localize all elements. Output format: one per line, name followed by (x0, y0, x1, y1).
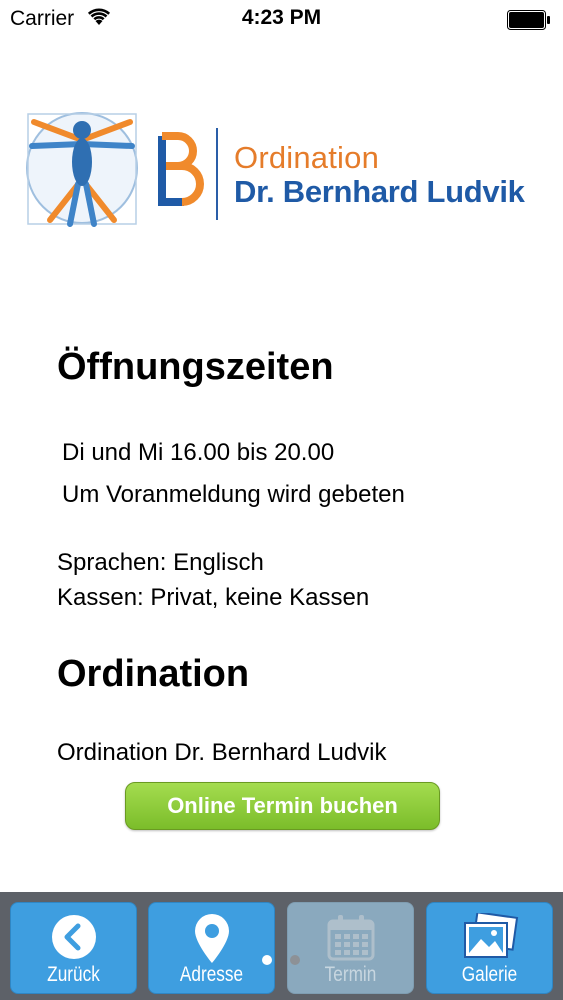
clock: 4:23 PM (241, 6, 322, 29)
appointment-note: Um Voranmeldung wird gebeten (62, 481, 405, 508)
logo-divider (216, 128, 218, 220)
calendar-icon (288, 913, 413, 968)
ordination-heading: Ordination (57, 653, 250, 695)
opening-hours-heading: Öffnungszeiten (57, 346, 334, 388)
online-booking-button[interactable]: Online Termin buchen (125, 782, 440, 830)
tab-label-appointment: Termin (324, 963, 377, 986)
tab-appointment[interactable]: Termin (287, 902, 414, 994)
page-indicator-dot[interactable] (290, 955, 300, 965)
tab-gallery[interactable]: Galerie (426, 902, 553, 994)
battery-icon (507, 10, 551, 35)
bottom-tab-bar: Zurück Adresse Termin Galerie (0, 892, 563, 1000)
practice-logo: Ordination Dr. Bernhard Ludvik (22, 110, 542, 230)
tab-label-back: Zurück (47, 963, 100, 986)
insurance-text: Kassen: Privat, keine Kassen (57, 584, 370, 611)
opening-hours-line: Di und Mi 16.00 bis 20.00 (62, 439, 335, 466)
tab-back[interactable]: Zurück (10, 902, 137, 994)
back-chevron-icon (11, 913, 136, 966)
ordination-name: Ordination Dr. Bernhard Ludvik (57, 739, 387, 766)
languages-text: Sprachen: Englisch (57, 549, 264, 576)
vitruvian-man-icon (22, 110, 142, 235)
logo-text-ordination: Ordination (234, 140, 380, 175)
tab-address[interactable]: Adresse (148, 902, 275, 994)
tab-label-address: Adresse (179, 963, 244, 986)
page-indicator-dot-active[interactable] (262, 955, 272, 965)
photo-gallery-icon (427, 911, 552, 968)
status-bar: Carrier 4:23 PM (0, 0, 563, 40)
logo-letter-mark-icon (156, 130, 206, 213)
location-pin-icon (149, 913, 274, 970)
logo-text-doctor-name: Dr. Bernhard Ludvik (234, 174, 525, 209)
tab-label-gallery: Galerie (461, 963, 518, 986)
